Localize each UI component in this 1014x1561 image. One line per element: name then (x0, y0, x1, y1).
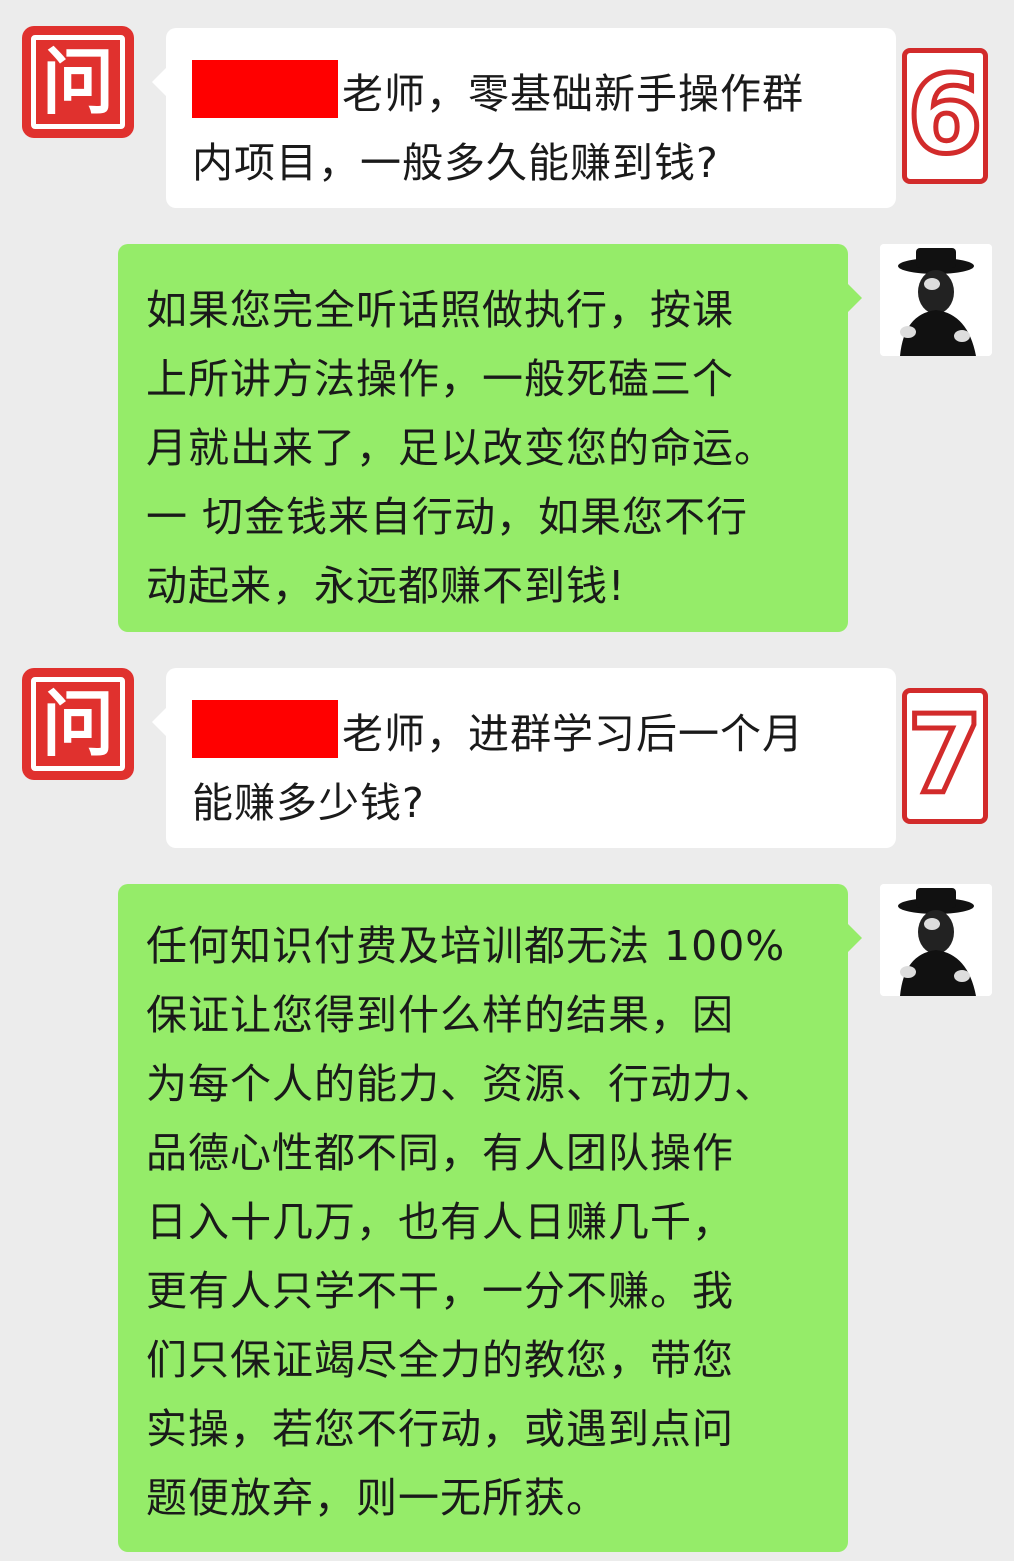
question-icon-glyph: 问 (31, 35, 125, 129)
answer-line: 任何知识付费及培训都无法 100% (146, 922, 786, 970)
question-icon: 问 (22, 668, 134, 780)
question-icon: 问 (22, 26, 134, 138)
question-icon-glyph: 问 (31, 677, 125, 771)
question-text-1a: 老师，零基础新手操作群 (342, 70, 804, 118)
redacted-name (192, 700, 338, 758)
answer-line: 保证让您得到什么样的结果，因 (146, 991, 734, 1039)
answer-line: 实操，若您不行动，或遇到点问 (146, 1405, 734, 1453)
teacher-avatar-icon (880, 244, 992, 356)
answer-line: 上所讲方法操作，一般死磕三个 (146, 355, 734, 403)
redacted-name (192, 60, 338, 118)
answer-line: 更有人只学不干，一分不赚。我 (146, 1267, 734, 1315)
question-bubble-1: 老师，零基础新手操作群 内项目，一般多久能赚到钱? (152, 28, 896, 208)
answer-line: 动起来，永远都赚不到钱! (146, 562, 626, 610)
answer-line: 们只保证竭尽全力的教您，带您 (146, 1336, 734, 1384)
answer-line: 日入十几万，也有人日赚几千， (146, 1198, 734, 1246)
question-text-2b: 能赚多少钱? (192, 779, 425, 827)
question-bubble-2: 老师，进群学习后一个月 能赚多少钱? (152, 668, 896, 848)
number-badge-7: 7 (902, 688, 988, 824)
answer-line: 如果您完全听话照做执行，按课 (146, 286, 734, 334)
teacher-avatar[interactable] (880, 884, 992, 996)
question-line-1: 老师，零基础新手操作群 (192, 60, 876, 129)
question-text-1b: 内项目，一般多久能赚到钱? (192, 139, 719, 187)
teacher-avatar[interactable] (880, 244, 992, 356)
answer-line: 一 切金钱来自行动，如果您不行 (146, 493, 749, 541)
answer-line: 品德心性都不同，有人团队操作 (146, 1129, 734, 1177)
answer-line: 题便放弃，则一无所获。 (146, 1474, 608, 1522)
question-line-1: 老师，进群学习后一个月 (192, 700, 876, 769)
answer-bubble-2: 任何知识付费及培训都无法 100% 保证让您得到什么样的结果，因 为每个人的能力… (118, 884, 862, 1552)
answer-bubble-1: 如果您完全听话照做执行，按课 上所讲方法操作，一般死磕三个 月就出来了，足以改变… (118, 244, 862, 632)
answer-line: 月就出来了，足以改变您的命运。 (146, 424, 776, 472)
question-text-2a: 老师，进群学习后一个月 (342, 710, 804, 758)
teacher-avatar-icon (880, 884, 992, 996)
number-badge-6: 6 (902, 48, 988, 184)
answer-line: 为每个人的能力、资源、行动力、 (146, 1060, 776, 1108)
